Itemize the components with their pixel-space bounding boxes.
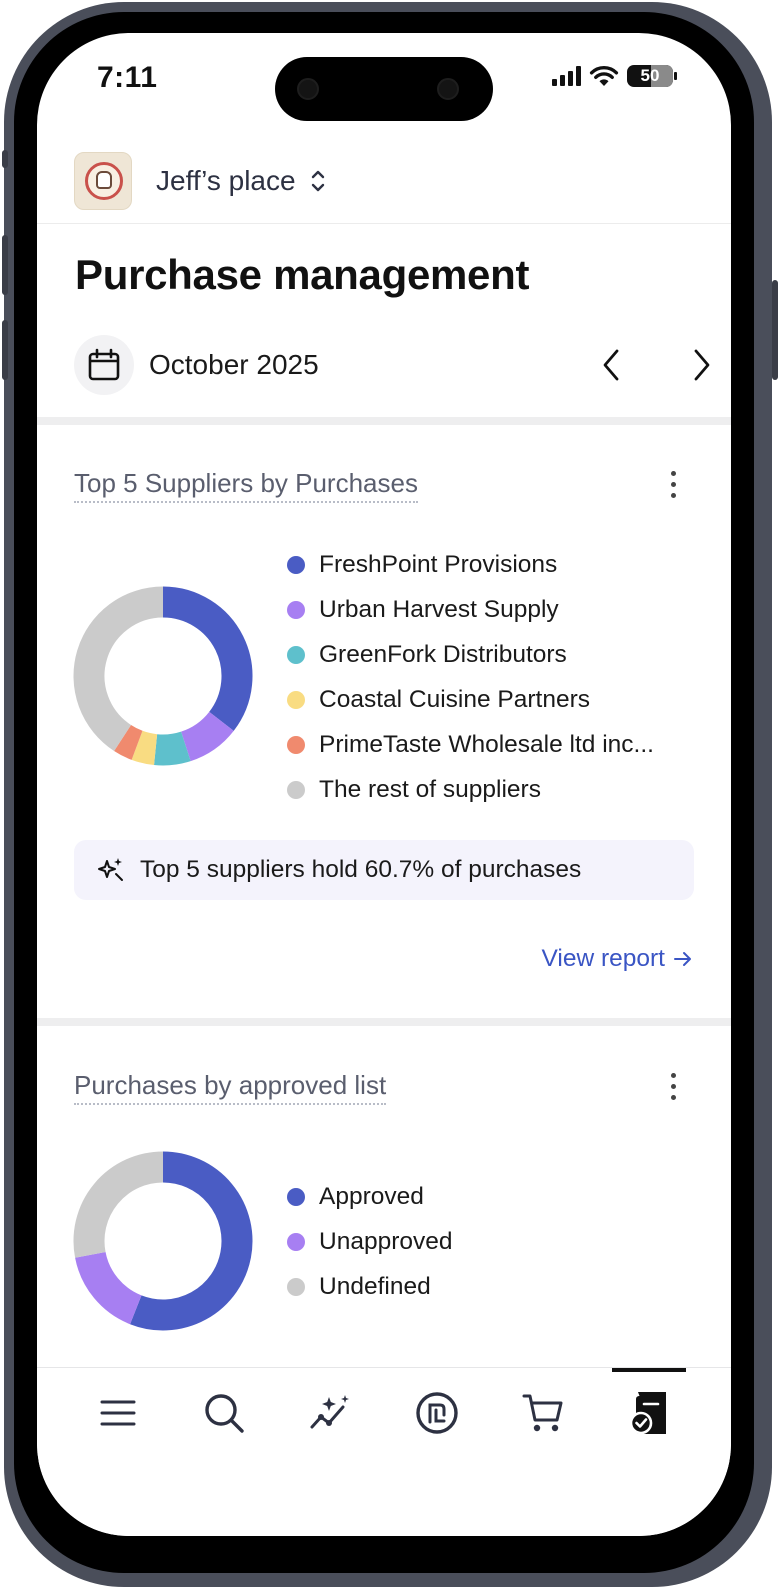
chevron-right-icon [694, 349, 710, 381]
signal-icon [552, 66, 581, 86]
legend-item: The rest of suppliers [287, 767, 654, 812]
approved-legend: Approved Unapproved Undefined [287, 1174, 452, 1309]
section-separator [37, 417, 731, 425]
tab-purchases[interactable] [612, 1368, 686, 1458]
legend-dot [287, 690, 305, 709]
view-report-label: View report [541, 945, 665, 972]
donut-slice-urban-harvest-supply [180, 711, 234, 762]
chevron-up-down-icon [311, 170, 324, 192]
legend-label: PrimeTaste Wholesale ltd inc... [319, 730, 654, 758]
approved-donut-chart [73, 1151, 253, 1331]
donut-slice-primetaste-wholesale-ltd-inc [114, 724, 143, 760]
legend-label: Approved [319, 1182, 424, 1210]
venue-name: Jeff’s place [156, 165, 296, 196]
legend-item: PrimeTaste Wholesale ltd inc... [287, 722, 654, 767]
legend-label: GreenFork Distributors [319, 640, 567, 668]
side-button [772, 280, 778, 380]
side-button [2, 150, 8, 168]
status-bar: 7:11 50 [37, 33, 731, 123]
legend-label: Undefined [319, 1272, 431, 1300]
dynamic-island [275, 57, 493, 121]
chevron-left-icon [603, 349, 619, 381]
tab-cart[interactable] [506, 1368, 580, 1458]
donut-slice-freshpoint-provisions [162, 586, 253, 731]
period-label: October 2025 [149, 349, 319, 380]
wifi-icon [589, 65, 619, 86]
donut-slice-unapproved [75, 1251, 143, 1325]
divider [37, 223, 731, 224]
suppliers-legend: FreshPoint Provisions Urban Harvest Suppl… [287, 542, 654, 812]
tab-insights[interactable] [294, 1368, 368, 1458]
page-title: Purchase management [75, 251, 530, 298]
legend-dot [287, 600, 305, 619]
insight-text: Top 5 suppliers hold 60.7% of purchases [140, 856, 582, 883]
legend-item: Approved [287, 1174, 452, 1219]
suppliers-donut-chart [73, 586, 253, 766]
legend-label: Urban Harvest Supply [319, 595, 559, 623]
restaurant-logo [74, 152, 132, 210]
donut-slice-approved [130, 1151, 253, 1331]
menu-icon [100, 1400, 136, 1426]
approved-more-button[interactable] [661, 1066, 685, 1106]
legend-item: GreenFork Distributors [287, 632, 654, 677]
legend-label: Coastal Cuisine Partners [319, 685, 590, 713]
suppliers-card-title[interactable]: Top 5 Suppliers by Purchases [74, 468, 418, 503]
cart-icon [522, 1394, 563, 1432]
venue-switcher[interactable]: Jeff’s place [74, 152, 326, 210]
legend-dot [287, 1277, 305, 1296]
donut-slice-greenfork-distributors [154, 731, 191, 766]
side-button [2, 235, 8, 295]
legend-dot [287, 1232, 305, 1251]
donut-slice-the-rest-of-suppliers [73, 586, 164, 751]
tab-menu[interactable] [81, 1368, 155, 1458]
currency-icon [416, 1392, 458, 1434]
tab-search[interactable] [187, 1368, 261, 1458]
sparkles-icon [98, 858, 123, 881]
status-time: 7:11 [97, 61, 158, 94]
next-period-button[interactable] [679, 343, 723, 387]
battery-icon: 50 [627, 65, 677, 87]
legend-item: FreshPoint Provisions [287, 542, 654, 587]
legend-dot [287, 645, 305, 664]
legend-label: The rest of suppliers [319, 775, 541, 803]
legend-dot [287, 1187, 305, 1206]
status-icons: 50 [552, 65, 677, 87]
battery-level: 50 [640, 66, 660, 85]
legend-dot [287, 780, 305, 799]
purchase-document-icon [629, 1392, 666, 1435]
screen: 7:11 50 Jeff’s place Purchase management… [37, 33, 731, 1536]
arrow-right-icon [674, 952, 691, 966]
side-button [2, 320, 8, 380]
legend-item: Unapproved [287, 1219, 452, 1264]
donut-slice-coastal-cuisine-partners [131, 730, 158, 766]
approved-card-title[interactable]: Purchases by approved list [74, 1070, 387, 1105]
search-icon [205, 1394, 244, 1433]
camera-icon [437, 78, 459, 100]
legend-item: Urban Harvest Supply [287, 587, 654, 632]
legend-label: FreshPoint Provisions [319, 550, 558, 578]
donut-slice-undefined [73, 1151, 164, 1258]
insight-banner: Top 5 suppliers hold 60.7% of purchases [74, 840, 694, 900]
previous-period-button[interactable] [590, 343, 634, 387]
legend-dot [287, 735, 305, 754]
suppliers-more-button[interactable] [661, 464, 685, 504]
legend-label: Unapproved [319, 1227, 453, 1255]
sensor-icon [297, 78, 319, 100]
view-report-link[interactable]: View report [542, 945, 693, 973]
legend-dot [287, 555, 305, 574]
legend-item: Undefined [287, 1264, 452, 1309]
calendar-icon [88, 348, 120, 381]
period-selector: October 2025 [74, 335, 710, 395]
active-tab-indicator [612, 1368, 686, 1372]
bottom-tab-bar [37, 1367, 731, 1536]
legend-item: Coastal Cuisine Partners [287, 677, 654, 722]
tab-currency[interactable] [400, 1368, 474, 1458]
section-separator [37, 1018, 731, 1026]
calendar-button[interactable] [74, 335, 134, 395]
insights-icon [310, 1395, 349, 1429]
